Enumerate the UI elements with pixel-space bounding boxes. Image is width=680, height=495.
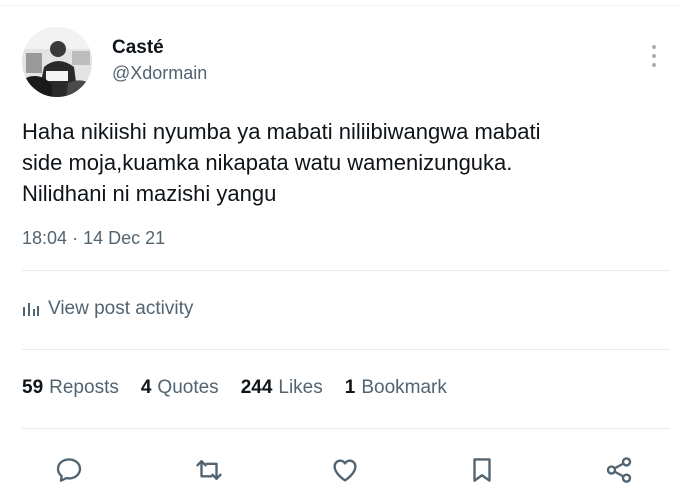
likes-label: Likes — [278, 377, 323, 398]
top-divider — [0, 5, 680, 6]
bookmark-button[interactable] — [460, 448, 504, 492]
tweet-text: Haha nikiishi nyumba ya mabati niliibiwa… — [22, 119, 541, 206]
reply-icon — [56, 458, 82, 482]
reposts-label: Reposts — [49, 377, 119, 398]
analytics-icon — [23, 303, 39, 316]
bookmarks-label: Bookmark — [361, 377, 447, 398]
like-icon — [333, 459, 357, 482]
quotes-label: Quotes — [157, 377, 219, 398]
likes-stat[interactable]: 244 Likes — [241, 377, 323, 399]
engagement-stats: 59 Reposts 4 Quotes 244 Likes 1 Bookmark — [22, 377, 469, 399]
repost-icon — [196, 460, 222, 480]
repost-button[interactable] — [187, 448, 231, 492]
like-button[interactable] — [323, 448, 367, 492]
view-activity-label: View post activity — [48, 298, 194, 319]
bookmarks-count: 1 — [344, 377, 356, 398]
action-bar — [0, 448, 680, 492]
divider — [22, 428, 670, 429]
tweet-date: 14 Dec 21 — [83, 228, 166, 248]
reply-button[interactable] — [47, 448, 91, 492]
avatar[interactable] — [22, 27, 92, 97]
user-handle[interactable]: @Xdormain — [112, 63, 207, 84]
bookmarks-stat[interactable]: 1 Bookmark — [345, 377, 447, 399]
divider — [22, 349, 670, 350]
reposts-count: 59 — [22, 377, 44, 398]
more-options-icon[interactable] — [646, 42, 662, 70]
share-icon — [606, 457, 632, 483]
tweet-time: 18:04 — [22, 228, 68, 248]
share-button[interactable] — [597, 448, 641, 492]
meta-separator: · — [72, 228, 79, 248]
profile-photo-icon — [22, 27, 92, 97]
likes-count: 244 — [240, 377, 273, 398]
display-name[interactable]: Casté — [112, 37, 164, 59]
divider — [22, 270, 670, 271]
bookmark-icon — [473, 458, 491, 482]
quotes-stat[interactable]: 4 Quotes — [141, 377, 219, 399]
quotes-count: 4 — [140, 377, 152, 398]
reposts-stat[interactable]: 59 Reposts — [22, 377, 119, 399]
view-activity-link[interactable]: View post activity — [22, 298, 193, 320]
tweet-timestamp[interactable]: 18:04 · 14 Dec 21 — [22, 228, 165, 249]
